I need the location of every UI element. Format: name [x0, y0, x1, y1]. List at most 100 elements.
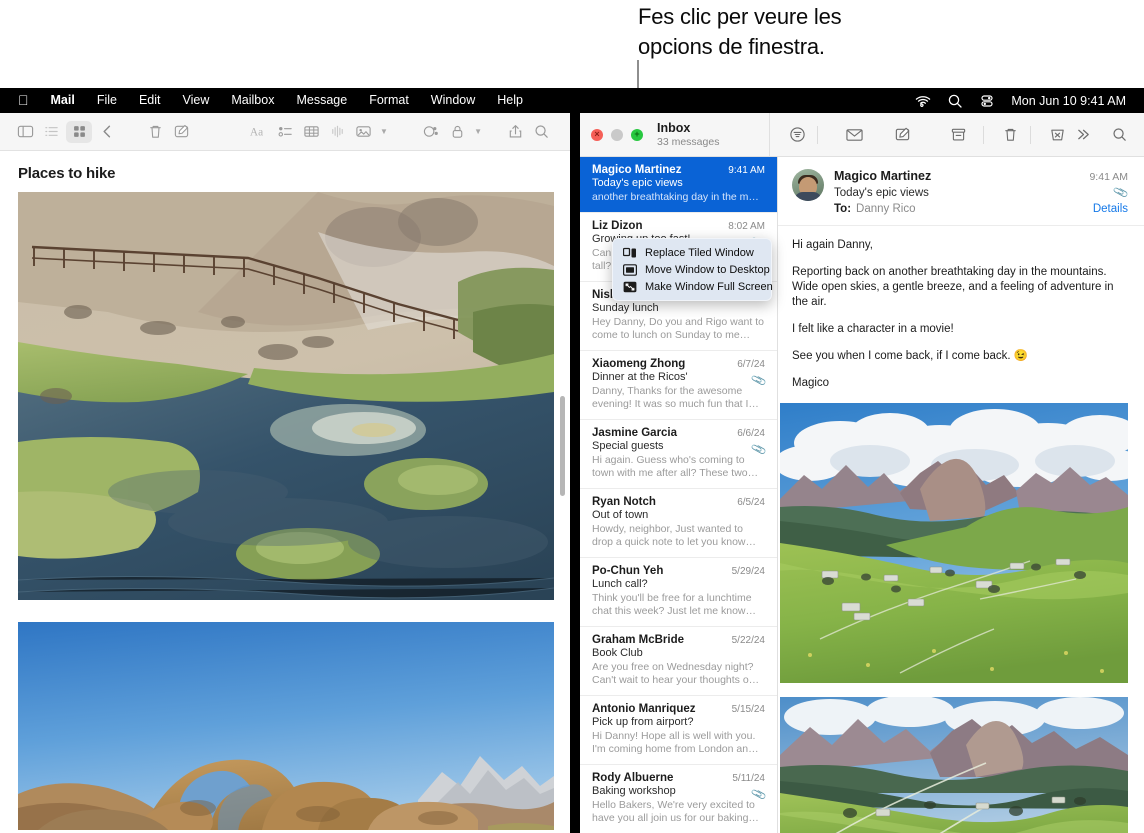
message-preview: Think you'll be free for a lunchtime cha…	[592, 592, 765, 618]
lock-icon[interactable]	[446, 121, 468, 143]
media-icon[interactable]	[352, 121, 374, 143]
trash-icon[interactable]	[144, 121, 166, 143]
message-sender: Magico Martinez	[592, 164, 722, 176]
menu-bar:  Mail File Edit View Mailbox Message Fo…	[0, 88, 1144, 113]
menu-item-make-window-full-screen[interactable]: Make Window Full Screen	[613, 278, 771, 295]
mail-title-group: Inbox 33 messages	[657, 121, 719, 147]
toolbar-divider-1	[817, 126, 818, 144]
format-text-icon[interactable]: Aa	[248, 121, 270, 143]
menu-item-move-window-to-desktop[interactable]: Move Window to Desktop	[613, 261, 771, 278]
table-row[interactable]: Ryan Notch 6/5/24 Out of town Howdy, nei…	[580, 489, 777, 558]
plus-icon: +	[631, 129, 643, 141]
message-subject: Lunch call?	[592, 578, 765, 590]
message-subject: Today's epic views	[592, 177, 765, 189]
table-row[interactable]: Graham McBride 5/22/24 Book Club Are you…	[580, 627, 777, 696]
zoom-button[interactable]: +	[631, 129, 643, 141]
message-sender: Rody Albuerne	[592, 772, 726, 784]
collaborate-icon[interactable]	[420, 121, 442, 143]
body-paragraph: Reporting back on another breathtaking d…	[792, 265, 1128, 310]
message-preview: Are you free on Wednesday night? Can't w…	[592, 661, 765, 687]
window-options-menu[interactable]: Replace Tiled Window Move Window to Desk…	[612, 238, 772, 301]
callout-annotation: Fes clic per veure les opcions de finest…	[638, 2, 1138, 62]
message-row-header: Magico Martinez 9:41 AM	[592, 164, 765, 176]
close-button[interactable]: ×	[591, 129, 603, 141]
menu-item-label: Replace Tiled Window	[645, 247, 754, 259]
mailbox-title: Inbox	[657, 121, 719, 135]
table-row[interactable]: Jasmine Garcia 6/6/24 Special guests Hi …	[580, 420, 777, 489]
search-icon[interactable]	[530, 121, 552, 143]
notes-scrollbar[interactable]	[560, 396, 565, 496]
mountain-trail-photo	[780, 697, 1128, 833]
menu-item-label: Make Window Full Screen	[645, 281, 773, 293]
checklist-icon[interactable]	[274, 121, 296, 143]
notes-toolbar: Aa ▼	[0, 113, 570, 151]
reading-pane: Magico Martinez 9:41 AM Today's epic vie…	[778, 157, 1144, 833]
archive-icon[interactable]	[945, 123, 971, 147]
compose-note-icon[interactable]	[170, 121, 192, 143]
minimize-button[interactable]	[611, 129, 623, 141]
message-subject: Baking workshop	[592, 785, 765, 797]
message-preview: Danny, Thanks for the awesome evening! I…	[592, 385, 765, 411]
wifi-icon[interactable]	[915, 93, 931, 109]
message-row-header: Antonio Manriquez 5/15/24	[592, 703, 765, 715]
screenshot-root: Fes clic per veure les opcions de finest…	[0, 0, 1144, 833]
avatar-body	[794, 192, 822, 201]
message-body: Hi again Danny, Reporting back on anothe…	[778, 226, 1144, 391]
table-row[interactable]: Xiaomeng Zhong 6/7/24 Dinner at the Rico…	[580, 351, 777, 420]
message-row-header: Jasmine Garcia 6/6/24	[592, 427, 765, 439]
message-preview: Hello Bakers, We're very excited to have…	[592, 799, 765, 825]
gallery-view-icon[interactable]	[66, 121, 92, 143]
filter-icon[interactable]	[784, 123, 810, 147]
compose-icon[interactable]	[889, 123, 915, 147]
overflow-icon[interactable]	[1070, 123, 1096, 147]
table-row[interactable]: Po-Chun Yeh 5/29/24 Lunch call? Think yo…	[580, 558, 777, 627]
audio-icon[interactable]	[326, 121, 348, 143]
menu-item-file[interactable]: File	[86, 88, 128, 113]
alpine-meadow-photo	[780, 403, 1128, 683]
menu-item-window[interactable]: Window	[420, 88, 486, 113]
control-center-icon[interactable]	[979, 93, 995, 109]
message-row-header: Liz Dizon 8:02 AM	[592, 220, 765, 232]
sidebar-toggle-icon[interactable]	[14, 121, 36, 143]
apple-logo-icon[interactable]: 	[10, 88, 40, 113]
menu-bar-clock[interactable]: Mon Jun 10 9:41 AM	[1011, 94, 1126, 108]
mail-window: × + Inbox 33 messages	[580, 113, 1144, 833]
table-row[interactable]: Rody Albuerne 5/11/24 Baking workshop He…	[580, 765, 777, 833]
menu-bar-status: Mon Jun 10 9:41 AM	[915, 93, 1134, 109]
message-sender-name: Magico Martinez	[834, 169, 1089, 183]
message-row-header: Graham McBride 5/22/24	[592, 634, 765, 646]
message-date: 5/11/24	[732, 773, 765, 784]
media-chevron-down-icon[interactable]: ▼	[380, 127, 388, 136]
menu-item-format[interactable]: Format	[358, 88, 420, 113]
table-row[interactable]: Magico Martinez 9:41 AM Today's epic vie…	[580, 157, 777, 213]
mail-icon[interactable]	[841, 123, 867, 147]
search-icon[interactable]	[1106, 123, 1132, 147]
menu-item-mailbox[interactable]: Mailbox	[220, 88, 285, 113]
body-paragraph: See you when I come back, if I come back…	[792, 349, 1128, 364]
mailbox-message-count: 33 messages	[657, 136, 719, 148]
delete-icon[interactable]	[997, 123, 1023, 147]
message-preview: Hey Danny, Do you and Rigo want to come …	[592, 316, 765, 342]
message-date: 5/22/24	[732, 635, 765, 646]
notes-content: Places to hike	[0, 151, 570, 833]
message-meta: Magico Martinez 9:41 AM Today's epic vie…	[834, 169, 1128, 215]
table-row[interactable]: Antonio Manriquez 5/15/24 Pick up from a…	[580, 696, 777, 765]
details-link[interactable]: Details	[1093, 203, 1128, 215]
menu-item-help[interactable]: Help	[486, 88, 534, 113]
back-icon[interactable]	[96, 121, 118, 143]
table-icon[interactable]	[300, 121, 322, 143]
junk-icon[interactable]	[1044, 123, 1070, 147]
menu-item-replace-tiled-window[interactable]: Replace Tiled Window	[613, 244, 771, 261]
menu-item-mail[interactable]: Mail	[40, 88, 86, 113]
list-view-icon[interactable]	[40, 121, 62, 143]
menu-item-message[interactable]: Message	[285, 88, 358, 113]
menu-item-label: Move Window to Desktop	[645, 264, 770, 276]
share-icon[interactable]	[504, 121, 526, 143]
body-paragraph: Magico	[792, 376, 1128, 391]
lock-chevron-down-icon[interactable]: ▼	[474, 127, 482, 136]
message-row-header: Ryan Notch 6/5/24	[592, 496, 765, 508]
search-icon[interactable]	[947, 93, 963, 109]
full-screen-icon	[623, 281, 637, 293]
menu-item-view[interactable]: View	[172, 88, 221, 113]
menu-item-edit[interactable]: Edit	[128, 88, 172, 113]
